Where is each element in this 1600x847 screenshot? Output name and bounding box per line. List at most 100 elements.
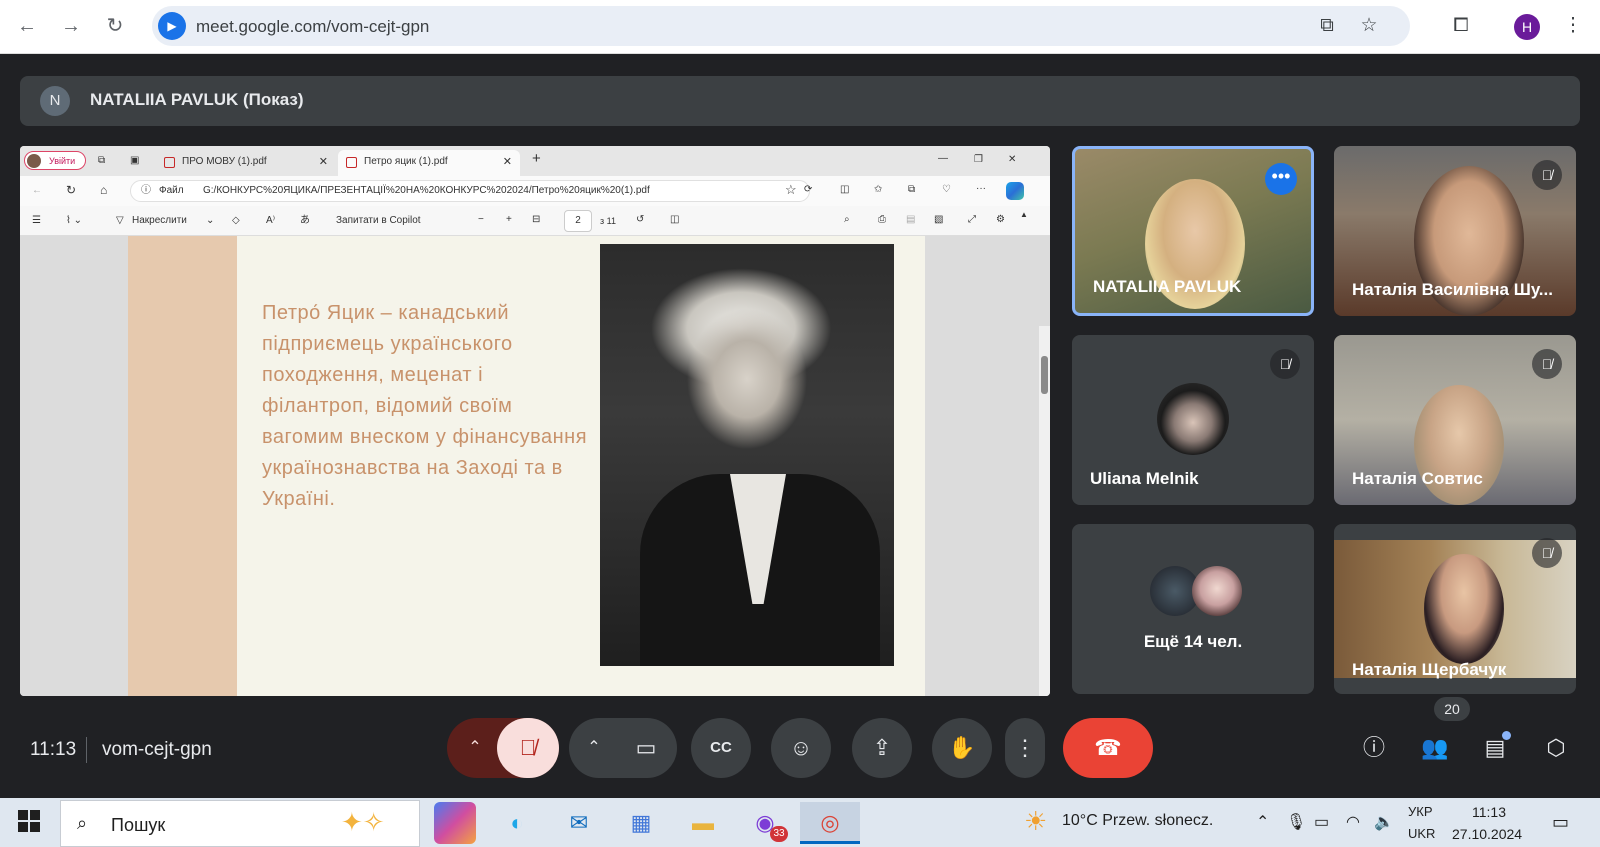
participant-tile-natalia-shcherbachuk[interactable]: 🎙̸ Наталія Щербачук — [1334, 524, 1576, 694]
address-bar[interactable]: ▶ meet.google.com/vom-cejt-gpn ⧉ ☆ — [152, 6, 1410, 46]
outlook-app-icon[interactable]: ✉ — [558, 802, 600, 844]
participant-tile-natalia-vasylivna[interactable]: 🎙̸ Наталія Василівна Шу... — [1334, 146, 1576, 316]
edge-home-icon[interactable]: ⌂ — [100, 183, 107, 197]
camera-button[interactable]: ▭ — [615, 718, 677, 778]
language-bottom[interactable]: UKR — [1408, 826, 1435, 841]
bookmark-star-icon[interactable]: ☆ — [1356, 12, 1382, 40]
activities-icon[interactable]: ⬡ — [1541, 733, 1571, 763]
tab-pro-movu[interactable]: ПРО МОВУ (1).pdf ✕ — [156, 150, 336, 176]
pdf-scrollbar[interactable]: ▼ — [1039, 326, 1050, 696]
tray-chevron-icon[interactable]: ⌃ — [1256, 812, 1269, 832]
store-app-icon[interactable]: ▦ — [620, 802, 662, 844]
taskbar-search[interactable]: ⌕ Пошук ✦✧ — [60, 800, 420, 847]
microphone-icon[interactable]: 🎙 — [1286, 812, 1306, 832]
draw-icon[interactable]: ▽ — [116, 214, 124, 228]
draw-label[interactable]: Накреслити — [132, 214, 187, 228]
save-icon[interactable]: ▤ — [906, 213, 915, 227]
edge-profile-button[interactable]: Увійти — [24, 151, 86, 170]
tab-petro-yatsyk[interactable]: Петро яцик (1).pdf ✕ — [338, 150, 520, 176]
language-top[interactable]: УКР — [1408, 804, 1433, 819]
menu-kebab-icon[interactable]: ⋮ — [1560, 12, 1586, 40]
more-options-button[interactable]: ⋮ — [1005, 718, 1045, 778]
close-window-icon[interactable]: ✕ — [1008, 153, 1016, 167]
copilot-app-icon[interactable] — [434, 802, 476, 844]
fit-page-icon[interactable]: ⊟ — [532, 213, 540, 227]
notifications-icon[interactable]: ▭ — [1552, 812, 1569, 833]
new-tab-icon[interactable]: + — [532, 151, 541, 166]
captions-button[interactable]: CC — [691, 718, 751, 778]
open-in-new-icon[interactable]: ⧉ — [1314, 12, 1340, 40]
raise-hand-button[interactable]: ✋ — [932, 718, 992, 778]
weather-icon[interactable]: ☀ — [1024, 806, 1047, 837]
edge-menu-icon[interactable]: ··· — [976, 182, 986, 196]
page-number-input[interactable]: 2 — [564, 210, 592, 232]
draw-chevron-icon[interactable]: ⌄ — [206, 214, 214, 228]
scroll-up-icon[interactable]: ▲ — [1020, 208, 1028, 222]
meet-controls: 11:13 vom-cejt-gpn ⌃ 🎙̸ ⌃ ▭ CC ☺ ⇪ ✋ ⋮ ☎… — [0, 697, 1600, 798]
rotate-icon[interactable]: ↺ — [636, 213, 644, 227]
wifi-icon[interactable]: ◠ — [1346, 812, 1360, 832]
edge-back-icon[interactable]: ← — [32, 184, 42, 198]
reload-icon[interactable]: ↻ — [102, 12, 128, 40]
audio-options-chevron-icon[interactable]: ⌃ — [447, 718, 503, 778]
forward-icon[interactable]: → — [58, 12, 84, 40]
search-highlight-icon: ✦✧ — [341, 807, 385, 837]
viber-app-icon[interactable]: ◉ 33 — [744, 802, 788, 844]
find-icon[interactable]: ⌕ — [844, 213, 850, 227]
workspaces-icon[interactable]: ⧉ — [98, 154, 105, 168]
extensions-icon[interactable]: ⧠ — [1448, 12, 1474, 40]
close-tab-icon[interactable]: ✕ — [503, 150, 512, 174]
ask-copilot-button[interactable]: Запитати в Copilot — [336, 214, 421, 228]
participant-tile-uliana-melnik[interactable]: 🎙̸ Uliana Melnik — [1072, 335, 1314, 505]
read-aloud-icon[interactable]: A⁾ — [266, 214, 275, 228]
edge-url-field[interactable]: ⓘ Файл G:/КОНКУРС%20ЯЦИКА/ПРЕЗЕНТАЦІЇ%20… — [130, 180, 810, 202]
emoji-button[interactable]: ☺ — [771, 718, 831, 778]
favorites-icon[interactable]: ✩ — [874, 183, 882, 197]
minimize-icon[interactable]: — — [938, 152, 948, 166]
browser-essentials-icon[interactable]: ♡ — [942, 183, 951, 197]
print-icon[interactable]: ⎙ — [878, 213, 886, 227]
participant-tile-more[interactable]: Ещё 14 чел. — [1072, 524, 1314, 694]
eraser-icon[interactable]: ◇ — [232, 214, 240, 228]
scrollbar-thumb[interactable] — [1041, 356, 1048, 394]
meeting-info-icon[interactable]: ⓘ — [1359, 733, 1389, 763]
fullscreen-icon[interactable]: ⤢ — [968, 213, 976, 227]
zoom-out-icon[interactable]: − — [478, 213, 484, 227]
participant-name: Uliana Melnik — [1090, 469, 1199, 488]
participant-tile-natalia-sovtys[interactable]: 🎙̸ Наталія Совтис — [1334, 335, 1576, 505]
explorer-app-icon[interactable]: ▬ — [682, 802, 724, 844]
favorite-icon[interactable]: ☆ — [785, 183, 797, 197]
restore-icon[interactable]: ❐ — [974, 153, 983, 167]
highlight-icon[interactable]: ⌇ ⌄ — [66, 214, 82, 228]
tab-actions-icon[interactable]: ▣ — [130, 154, 139, 168]
profile-avatar[interactable]: H — [1514, 14, 1540, 40]
save-as-icon[interactable]: ▧ — [934, 213, 943, 227]
copilot-icon[interactable] — [1006, 182, 1024, 200]
edge-app-icon[interactable]: ◐ — [496, 802, 538, 844]
edge-extension-icon[interactable]: ⟳ — [804, 183, 812, 197]
contents-icon[interactable]: ☰ — [32, 214, 41, 228]
edge-reload-icon[interactable]: ↻ — [66, 183, 76, 197]
participant-tile-nataliia-pavluk[interactable]: ••• NATALIIA PAVLUK — [1072, 146, 1314, 316]
weather-text[interactable]: 10°C Przew. słonecz. — [1062, 812, 1213, 830]
zoom-in-icon[interactable]: + — [506, 213, 512, 227]
mic-off-button[interactable]: 🎙̸ — [497, 718, 559, 778]
video-options-chevron-icon[interactable]: ⌃ — [569, 718, 619, 778]
volume-icon[interactable]: 🔈 — [1374, 812, 1394, 832]
battery-icon[interactable]: ▭ — [1314, 812, 1329, 832]
start-icon[interactable] — [18, 810, 40, 832]
chrome-app-icon[interactable]: ◎ — [800, 802, 860, 844]
back-icon[interactable]: ← — [14, 12, 40, 40]
page-view-icon[interactable]: ◫ — [670, 213, 679, 227]
more-options-icon[interactable]: ••• — [1265, 163, 1297, 195]
collections-icon[interactable]: ⧉ — [908, 183, 915, 197]
present-screen-button[interactable]: ⇪ — [852, 718, 912, 778]
close-tab-icon[interactable]: ✕ — [319, 150, 328, 174]
translate-icon[interactable]: あ — [300, 214, 310, 228]
split-screen-icon[interactable]: ◫ — [840, 183, 849, 197]
clock-time[interactable]: 11:13 — [1472, 804, 1506, 820]
people-icon[interactable]: 👥 — [1420, 733, 1450, 763]
leave-call-button[interactable]: ☎ — [1063, 718, 1153, 778]
clock-date[interactable]: 27.10.2024 — [1452, 826, 1522, 842]
settings-gear-icon[interactable]: ⚙ — [996, 213, 1005, 227]
